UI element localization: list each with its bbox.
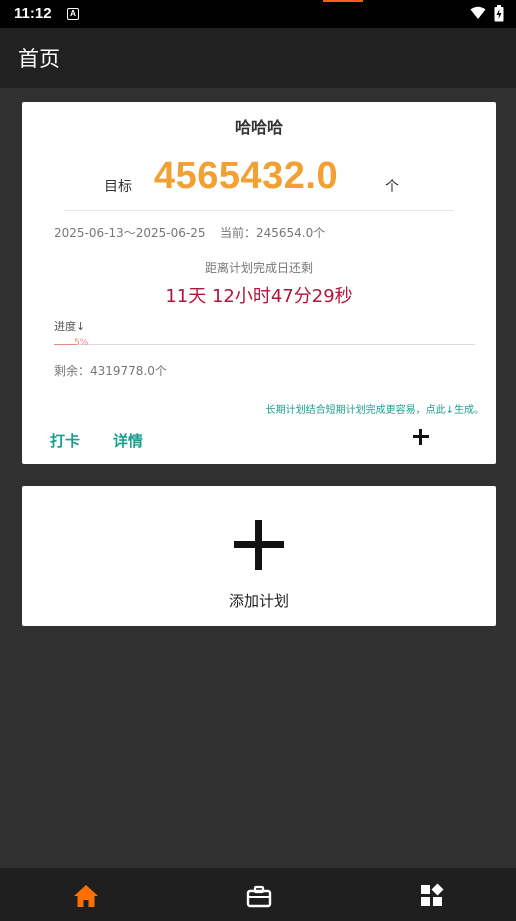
target-unit: 个 <box>385 179 399 195</box>
remain-caption: 距离计划完成日还剩 <box>204 261 313 275</box>
progress-label: 进度↓ <box>54 320 86 333</box>
add-plan-label: 添加计划 <box>228 592 289 610</box>
add-plan-card[interactable]: 添加计划 <box>22 486 496 626</box>
wifi-icon <box>470 6 486 19</box>
notification-icon: A <box>67 8 79 20</box>
divider <box>64 210 454 211</box>
nav-apps-tab[interactable] <box>418 882 446 910</box>
add-subplan-button[interactable] <box>411 427 431 447</box>
plan-title: 哈哈哈 <box>234 118 283 137</box>
status-bar: 11:12 A <box>0 0 516 28</box>
progress-percent: 5% <box>74 338 89 348</box>
battery-icon <box>494 5 504 22</box>
current-value: 当前：245654.0个 <box>220 226 326 240</box>
page-title: 首页 <box>18 47 60 71</box>
briefcase-icon <box>246 885 272 908</box>
status-time: 11:12 <box>14 5 52 22</box>
generate-hint-link[interactable]: 长期计划结合短期计划完成更容易，点此↓生成。 <box>266 401 484 416</box>
camera-notch <box>323 0 363 2</box>
home-icon <box>74 885 98 907</box>
plus-icon <box>234 520 284 570</box>
countdown-timer: 11天 12小时47分29秒 <box>165 286 353 307</box>
app-bar: 首页 <box>0 28 516 88</box>
bottom-nav <box>0 868 516 921</box>
target-value: 4565432.0 <box>154 155 339 197</box>
nav-home-tab[interactable] <box>72 882 100 910</box>
date-range: 2025-06-13～2025-06-25 <box>54 226 206 240</box>
apps-icon <box>421 883 444 906</box>
remaining-value: 剩余：4319778.0个 <box>54 364 167 378</box>
checkin-button[interactable]: 打卡 <box>50 430 80 451</box>
plan-card[interactable]: 哈哈哈 目标 4565432.0 个 2025-06-13～2025-06-25… <box>22 102 496 464</box>
progress-track <box>54 344 475 345</box>
nav-work-tab[interactable] <box>245 882 273 910</box>
detail-button[interactable]: 详情 <box>113 430 143 451</box>
target-label: 目标 <box>104 179 132 195</box>
progress-fill <box>54 344 75 345</box>
